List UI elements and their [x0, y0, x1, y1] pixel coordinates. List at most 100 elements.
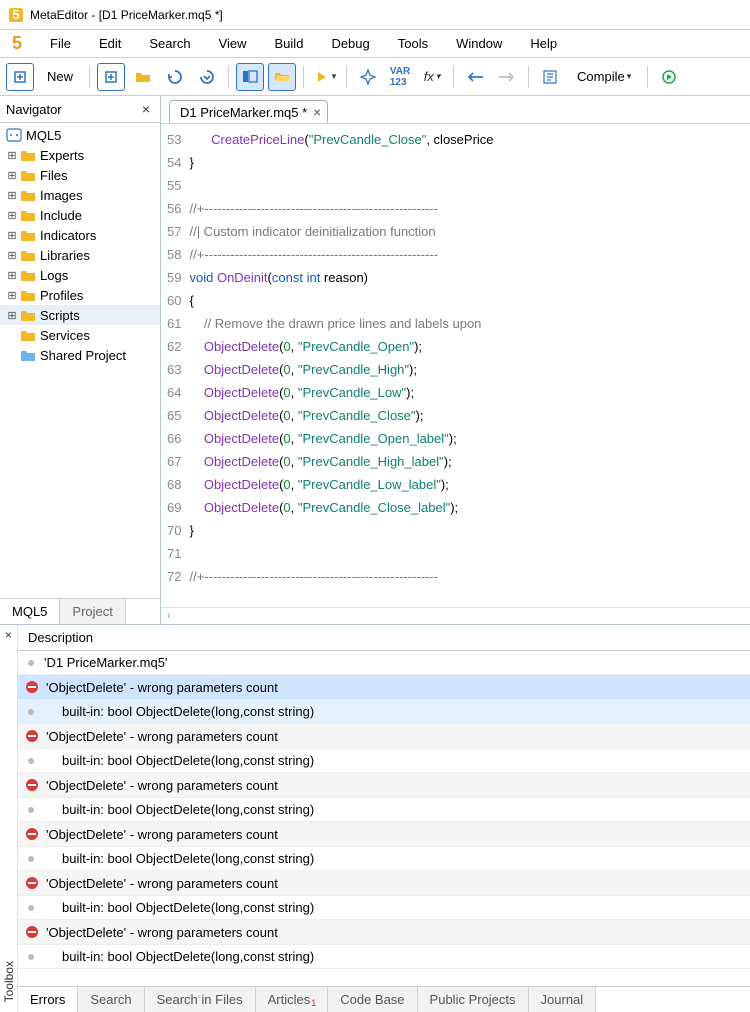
show-navigator-button[interactable] [236, 63, 264, 91]
undo-icon[interactable] [161, 63, 189, 91]
navigator-title: Navigator [6, 102, 62, 117]
new-button[interactable]: New [38, 63, 82, 91]
toolbox-row[interactable]: built-in: bool ObjectDelete(long,const s… [18, 945, 750, 969]
tree-item-shared-project[interactable]: Shared Project [0, 345, 160, 365]
toolbox-row[interactable]: 'ObjectDelete' - wrong parameters count [18, 675, 750, 700]
tree-item-include[interactable]: ⊞Include [0, 205, 160, 225]
toolbox-close-icon[interactable]: × [5, 625, 12, 645]
toolbox-row-text: built-in: bool ObjectDelete(long,const s… [62, 949, 314, 964]
toolbox-row[interactable]: 'ObjectDelete' - wrong parameters count [18, 773, 750, 798]
editor-hscroll[interactable]: ‹ [161, 607, 750, 624]
toolbox-tab-code-base[interactable]: Code Base [328, 987, 417, 1012]
toolbox-row[interactable]: built-in: bool ObjectDelete(long,const s… [18, 847, 750, 871]
toolbox-tabs: ErrorsSearchSearch in FilesArticles1Code… [18, 986, 750, 1012]
nav-tab-mql5[interactable]: MQL5 [0, 599, 60, 624]
expander-icon[interactable]: ⊞ [6, 289, 18, 302]
tree-item-experts[interactable]: ⊞Experts [0, 145, 160, 165]
toolbox-row[interactable]: built-in: bool ObjectDelete(long,const s… [18, 798, 750, 822]
tree-item-label: Services [40, 328, 90, 343]
menu-debug[interactable]: Debug [317, 32, 383, 55]
expander-icon[interactable]: ⊞ [6, 209, 18, 222]
compile-button[interactable]: Compile ▾ [568, 63, 640, 91]
toolbox-tab-articles[interactable]: Articles1 [256, 987, 329, 1012]
forward-button[interactable] [493, 63, 521, 91]
menu-edit[interactable]: Edit [85, 32, 135, 55]
toolbox-row[interactable]: 'ObjectDelete' - wrong parameters count [18, 871, 750, 896]
menu-search[interactable]: Search [135, 32, 204, 55]
toolbox-list[interactable]: 'D1 PriceMarker.mq5''ObjectDelete' - wro… [18, 651, 750, 986]
expander-icon[interactable]: ⊞ [6, 189, 18, 202]
back-button[interactable] [461, 63, 489, 91]
editor-tab[interactable]: D1 PriceMarker.mq5 * × [169, 100, 328, 123]
tree-item-files[interactable]: ⊞Files [0, 165, 160, 185]
error-icon [24, 777, 40, 793]
ai-spark-icon[interactable] [354, 63, 382, 91]
toolbox-row-text: built-in: bool ObjectDelete(long,const s… [62, 704, 314, 719]
toolbox-row-text: 'ObjectDelete' - wrong parameters count [46, 778, 278, 793]
open-file-button[interactable] [129, 63, 157, 91]
toolbox-tab-search[interactable]: Search [78, 987, 144, 1012]
menu-window[interactable]: Window [442, 32, 516, 55]
toolbox-row-text: built-in: bool ObjectDelete(long,const s… [62, 900, 314, 915]
tree-item-profiles[interactable]: ⊞Profiles [0, 285, 160, 305]
tree-item-logs[interactable]: ⊞ Logs [0, 265, 160, 285]
expander-icon[interactable]: ⊞ [6, 149, 18, 162]
menu-tools[interactable]: Tools [384, 32, 442, 55]
error-icon [24, 728, 40, 744]
error-icon [24, 679, 40, 695]
mql5-icon [5, 127, 23, 143]
toolbox-tab-errors[interactable]: Errors [18, 987, 78, 1012]
save-all-icon[interactable] [193, 63, 221, 91]
toolbox-row[interactable]: built-in: bool ObjectDelete(long,const s… [18, 700, 750, 724]
toolbox-row[interactable]: 'D1 PriceMarker.mq5' [18, 651, 750, 675]
tree-item-libraries[interactable]: ⊞Libraries [0, 245, 160, 265]
toolbox-row-text: built-in: bool ObjectDelete(long,const s… [62, 851, 314, 866]
toolbox-tab-journal[interactable]: Journal [529, 987, 597, 1012]
bullet-icon [28, 660, 34, 666]
toolbox-column-header[interactable]: Description [18, 625, 750, 651]
folder-icon [19, 167, 37, 183]
tree-item-images[interactable]: ⊞Images [0, 185, 160, 205]
code-body[interactable]: CreatePriceLine("PrevCandle_Close", clos… [189, 124, 750, 607]
menu-file[interactable]: File [36, 32, 85, 55]
navigator-tabs: MQL5Project [0, 598, 160, 624]
folder-icon [19, 147, 37, 163]
navigator-close-icon[interactable]: × [138, 101, 154, 117]
fx-button[interactable]: fx▾ [418, 63, 446, 91]
nav-tab-project[interactable]: Project [60, 599, 125, 624]
toolbox-row[interactable]: 'ObjectDelete' - wrong parameters count [18, 920, 750, 945]
navigator-tree[interactable]: MQL5 ⊞Experts⊞Files⊞Images⊞Include⊞Indic… [0, 123, 160, 598]
toolbox-row[interactable]: built-in: bool ObjectDelete(long,const s… [18, 749, 750, 773]
show-toolbox-button[interactable] [268, 63, 296, 91]
var-icon[interactable]: VAR123 [386, 63, 414, 91]
code-editor[interactable]: 5354555657585960616263646566676869707172… [161, 124, 750, 607]
toolbox-tab-search-in-files[interactable]: Search in Files [145, 987, 256, 1012]
run-button[interactable]: ▾ [311, 63, 339, 91]
tree-root[interactable]: MQL5 [0, 125, 160, 145]
titlebar: 5 MetaEditor - [D1 PriceMarker.mq5 *] [0, 0, 750, 30]
menu-view[interactable]: View [205, 32, 261, 55]
new-file-button[interactable] [6, 63, 34, 91]
expander-icon[interactable]: ⊞ [6, 249, 18, 262]
menu-build[interactable]: Build [261, 32, 318, 55]
debug-start-button[interactable] [655, 63, 683, 91]
expander-icon[interactable]: ⊞ [6, 169, 18, 182]
toolbox-row[interactable]: built-in: bool ObjectDelete(long,const s… [18, 896, 750, 920]
tree-item-services[interactable]: Services [0, 325, 160, 345]
expander-icon[interactable]: ⊞ [6, 229, 18, 242]
toolbox-row[interactable]: 'ObjectDelete' - wrong parameters count [18, 724, 750, 749]
editor-tab-close-icon[interactable]: × [313, 104, 321, 120]
toolbox-tab-public-projects[interactable]: Public Projects [418, 987, 529, 1012]
menu-help[interactable]: Help [516, 32, 571, 55]
navigator-header: Navigator × [0, 96, 160, 123]
tree-item-label: Logs [40, 268, 68, 283]
new-button-alt[interactable] [97, 63, 125, 91]
tree-item-indicators[interactable]: ⊞Indicators [0, 225, 160, 245]
toolbox-row[interactable]: 'ObjectDelete' - wrong parameters count [18, 822, 750, 847]
folder-icon [19, 347, 37, 363]
expander-icon[interactable]: ⊞ [6, 309, 18, 322]
expander-icon[interactable]: ⊞ [6, 269, 18, 282]
tree-item-scripts[interactable]: ⊞Scripts [0, 305, 160, 325]
tab-badge: 1 [311, 998, 316, 1008]
compile-icon[interactable] [536, 63, 564, 91]
